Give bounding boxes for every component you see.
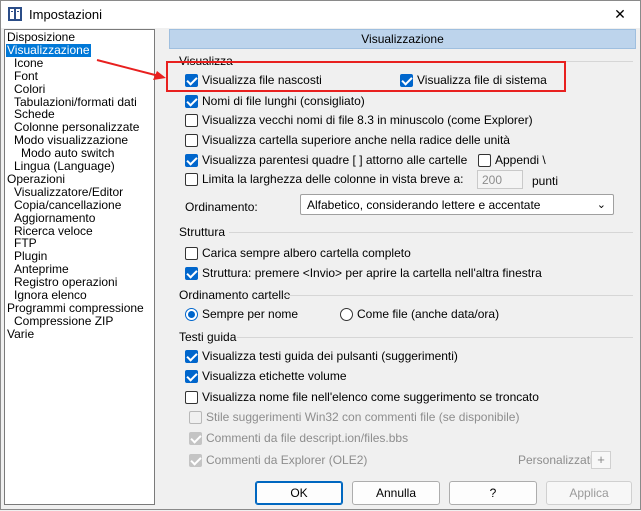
sort-select[interactable]: Alfabetico, considerando lettere e accen… bbox=[300, 194, 614, 215]
group-title-visualizza: Visualizza bbox=[179, 54, 233, 68]
app-icon bbox=[8, 7, 22, 21]
show-system-checkbox[interactable]: Visualizza file di sistema bbox=[400, 73, 547, 87]
tree-item[interactable]: Icone bbox=[13, 56, 44, 70]
column-width-input[interactable]: 200 bbox=[477, 170, 523, 189]
checkbox-box[interactable] bbox=[400, 73, 413, 87]
sort-label: Ordinamento: bbox=[185, 200, 258, 214]
divider bbox=[283, 295, 633, 296]
tree-item[interactable]: Varie bbox=[6, 327, 35, 341]
win32-style-label: Stile suggerimenti Win32 con commenti fi… bbox=[206, 410, 520, 424]
custom-label: Personalizzati: bbox=[518, 453, 597, 467]
sort-as-files-label: Come file (anche data/ora) bbox=[357, 307, 500, 321]
checkbox-box[interactable] bbox=[185, 133, 198, 147]
divider bbox=[237, 337, 633, 338]
settings-tree[interactable]: Disposizione Visualizzazione Icone Font Colo… bbox=[4, 29, 155, 505]
parent-root-checkbox[interactable]: Visualizza cartella superiore anche nell… bbox=[185, 133, 510, 147]
checkbox-box[interactable] bbox=[189, 410, 202, 424]
tree-item[interactable]: Operazioni bbox=[6, 172, 66, 186]
old-names-label: Visualizza vecchi nomi di file 8.3 in mi… bbox=[202, 113, 533, 127]
checkbox-box[interactable] bbox=[189, 431, 202, 445]
truncated-tip-label: Visualizza nome file nell'elenco come su… bbox=[202, 390, 539, 404]
width-unit-label: punti bbox=[532, 174, 559, 188]
group-title-struttura: Struttura bbox=[179, 225, 226, 239]
divider bbox=[229, 232, 633, 233]
tree-item[interactable]: Visualizzatore/Editor bbox=[13, 185, 124, 199]
close-icon: ✕ bbox=[614, 6, 626, 22]
tree-item[interactable]: Visualizzazione bbox=[6, 43, 91, 57]
group-title-ordinamento: Ordinamento cartelle bbox=[179, 288, 291, 302]
tree-item[interactable]: Aggiornamento bbox=[13, 211, 96, 225]
checkbox-box[interactable] bbox=[185, 266, 198, 280]
checkbox-box[interactable] bbox=[478, 153, 491, 167]
sort-by-name-radio[interactable]: Sempre per nome bbox=[185, 307, 298, 321]
parent-root-label: Visualizza cartella superiore anche nell… bbox=[202, 133, 510, 147]
checkbox-box[interactable] bbox=[185, 73, 198, 87]
ok-button[interactable]: OK bbox=[255, 481, 343, 505]
enter-tab-checkbox[interactable]: Struttura: premere <Invio> per aprire la… bbox=[185, 266, 542, 280]
sort-select-value: Alfabetico, considerando lettere e accen… bbox=[307, 198, 541, 212]
checkbox-box[interactable] bbox=[185, 369, 198, 383]
sort-by-name-label: Sempre per nome bbox=[202, 307, 299, 321]
checkbox-box[interactable] bbox=[185, 153, 198, 167]
long-names-label: Nomi di file lunghi (consigliato) bbox=[202, 94, 365, 108]
volume-labels-checkbox[interactable]: Visualizza etichette volume bbox=[185, 369, 347, 383]
descript-comments-checkbox[interactable]: Commenti da file descript.ion/files.bbs bbox=[189, 431, 408, 445]
apply-button[interactable]: Applica bbox=[546, 481, 632, 505]
descript-comments-label: Commenti da file descript.ion/files.bbs bbox=[206, 431, 409, 445]
sort-as-files-radio[interactable]: Come file (anche data/ora) bbox=[340, 307, 499, 321]
tree-item[interactable]: Copia/cancellazione bbox=[13, 198, 122, 212]
truncated-tip-checkbox[interactable]: Visualizza nome file nell'elenco come su… bbox=[185, 390, 539, 404]
show-hidden-checkbox[interactable]: Visualizza file nascosti bbox=[185, 73, 322, 87]
enter-tab-label: Struttura: premere <Invio> per aprire la… bbox=[202, 266, 542, 280]
volume-labels-label: Visualizza etichette volume bbox=[202, 369, 347, 383]
checkbox-box[interactable] bbox=[185, 246, 198, 260]
show-hidden-label: Visualizza file nascosti bbox=[202, 73, 322, 87]
explorer-comments-checkbox[interactable]: Commenti da Explorer (OLE2) bbox=[189, 453, 367, 467]
tree-item[interactable]: Font bbox=[13, 69, 39, 83]
append-checkbox[interactable]: Appendi \ bbox=[478, 153, 546, 167]
checkbox-box[interactable] bbox=[185, 172, 198, 186]
close-button[interactable]: ✕ bbox=[600, 1, 640, 28]
explorer-comments-label: Commenti da Explorer (OLE2) bbox=[206, 453, 368, 467]
tree-item[interactable]: Compressione ZIP bbox=[13, 314, 114, 328]
tree-item[interactable]: Colori bbox=[13, 82, 46, 96]
settings-window: Impostazioni ✕ Disposizione Visualizzazio… bbox=[0, 0, 641, 510]
checkbox-box[interactable] bbox=[189, 453, 202, 467]
settings-panel: Visualizzazione Visualizza Visualizza fi… bbox=[169, 29, 636, 475]
checkbox-box[interactable] bbox=[185, 113, 198, 127]
button-tips-label: Visualizza testi guida dei pulsanti (sug… bbox=[202, 349, 458, 363]
brackets-label: Visualizza parentesi quadre [ ] attorno … bbox=[202, 153, 468, 167]
brackets-checkbox[interactable]: Visualizza parentesi quadre [ ] attorno … bbox=[185, 153, 467, 167]
load-tree-checkbox[interactable]: Carica sempre albero cartella completo bbox=[185, 246, 411, 260]
title-bar: Impostazioni ✕ bbox=[1, 1, 640, 28]
old-names-checkbox[interactable]: Visualizza vecchi nomi di file 8.3 in mi… bbox=[185, 113, 533, 127]
add-custom-button[interactable]: + bbox=[591, 451, 611, 469]
panel-header: Visualizzazione bbox=[169, 29, 636, 49]
button-tips-checkbox[interactable]: Visualizza testi guida dei pulsanti (sug… bbox=[185, 349, 458, 363]
limit-width-label: Limita la larghezza delle colonne in vis… bbox=[202, 172, 464, 186]
help-button[interactable]: ? bbox=[449, 481, 537, 505]
checkbox-box[interactable] bbox=[185, 94, 198, 108]
radio-button[interactable] bbox=[185, 307, 198, 321]
append-label: Appendi \ bbox=[495, 153, 546, 167]
group-title-testi: Testi guida bbox=[179, 330, 237, 344]
checkbox-box[interactable] bbox=[185, 390, 198, 404]
long-names-checkbox[interactable]: Nomi di file lunghi (consigliato) bbox=[185, 94, 365, 108]
cancel-button[interactable]: Annulla bbox=[352, 481, 440, 505]
checkbox-box[interactable] bbox=[185, 349, 198, 363]
divider bbox=[233, 61, 633, 62]
load-tree-label: Carica sempre albero cartella completo bbox=[202, 246, 411, 260]
tree-item[interactable]: Programmi compressione bbox=[6, 301, 145, 315]
radio-button[interactable] bbox=[340, 307, 353, 321]
window-title: Impostazioni bbox=[29, 7, 102, 22]
show-system-label: Visualizza file di sistema bbox=[417, 73, 547, 87]
win32-style-checkbox[interactable]: Stile suggerimenti Win32 con commenti fi… bbox=[189, 410, 519, 424]
chevron-down-icon: ⌄ bbox=[596, 199, 606, 211]
limit-width-checkbox[interactable]: Limita la larghezza delle colonne in vis… bbox=[185, 172, 463, 186]
